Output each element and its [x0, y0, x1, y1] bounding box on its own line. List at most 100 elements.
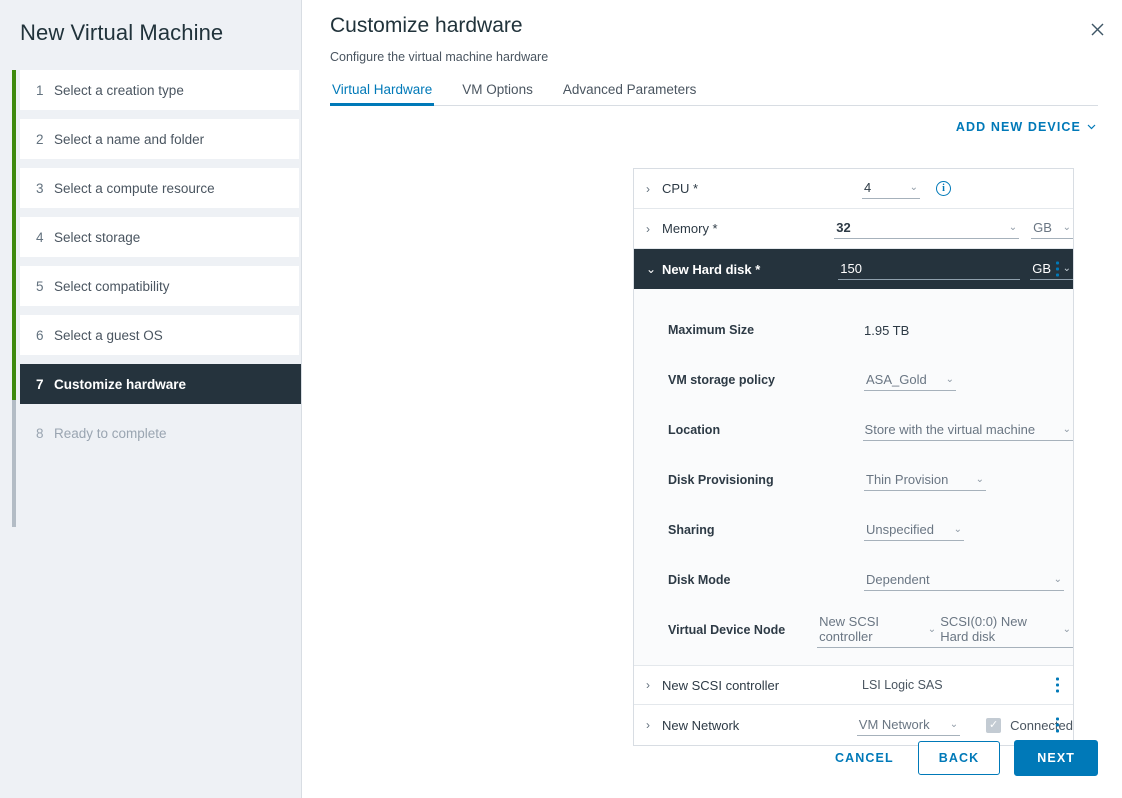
device-label-memory: Memory * [662, 221, 718, 236]
collapse-caret-icon[interactable]: ⌄ [646, 262, 662, 276]
sidebar-step-select-a-name-and-folder[interactable]: 2 Select a name and folder [20, 119, 299, 159]
detail-label-location: Location [668, 423, 721, 437]
tab-vm-options[interactable]: VM Options [460, 80, 535, 105]
wizard-steps-list: 1 Select a creation type 2 Select a name… [0, 70, 301, 527]
memory-size-input[interactable]: 32 ⌄ [834, 218, 1020, 239]
chevron-down-icon: ⌄ [1053, 573, 1062, 585]
device-row-memory[interactable]: › Memory * 32 ⌄ GB ⌄ [634, 209, 1073, 249]
sidebar-step-select-compatibility[interactable]: 5 Select compatibility [20, 266, 299, 306]
close-icon[interactable] [1084, 16, 1110, 42]
hard-disk-size-value: 150 [840, 260, 862, 276]
virtual-device-controller-select[interactable]: New SCSI controller ⌄ [817, 612, 939, 648]
step-label: Select a creation type [54, 82, 184, 98]
device-row-new-hard-disk[interactable]: ⌄ New Hard disk * 150 GB ⌄ [634, 249, 1073, 289]
wizard-footer: CANCEL BACK NEXT [825, 740, 1098, 776]
device-label-cpu: CPU * [662, 181, 699, 196]
chevron-down-icon: ⌄ [1062, 222, 1071, 233]
device-row-new-network[interactable]: › New Network VM Network ⌄ ✓ Connected [634, 705, 1073, 745]
kebab-menu-icon[interactable] [1056, 261, 1059, 277]
next-button[interactable]: NEXT [1014, 740, 1098, 776]
detail-row-disk-provisioning: Disk Provisioning Thin Provision ⌄ [634, 455, 1073, 505]
network-value: VM Network [858, 716, 930, 732]
step-number: 1 [36, 82, 44, 98]
device-label-new-network: New Network [662, 717, 740, 733]
network-connected-checkbox[interactable]: ✓ Connected [986, 717, 1073, 733]
device-label-new-scsi-controller: New SCSI controller [662, 677, 780, 693]
step-number: 7 [36, 376, 44, 392]
sidebar-step-select-a-guest-os[interactable]: 6 Select a guest OS [20, 315, 299, 355]
chevron-down-icon: ⌄ [975, 473, 984, 485]
virtual-device-node-value: SCSI(0:0) New Hard disk [940, 614, 1027, 644]
expand-caret-icon[interactable]: › [646, 222, 662, 236]
virtual-device-controller-value: New SCSI controller [819, 614, 880, 644]
sharing-value: Unspecified [866, 521, 934, 537]
step-number: 6 [36, 327, 44, 343]
page-subtitle: Configure the virtual machine hardware [330, 50, 549, 64]
virtual-device-node-select[interactable]: SCSI(0:0) New Hard disk ⌄ [938, 612, 1073, 648]
location-value: Store with the virtual machine [864, 421, 1036, 437]
sidebar-step-select-a-compute-resource[interactable]: 3 Select a compute resource [20, 168, 299, 208]
add-new-device-button[interactable]: ADD NEW DEVICE [956, 120, 1096, 134]
new-virtual-machine-wizard: New Virtual Machine 1 Select a creation … [0, 0, 1122, 798]
disk-mode-select[interactable]: Dependent ⌄ [864, 570, 1064, 591]
sidebar-step-ready-to-complete: 8 Ready to complete [20, 413, 299, 453]
detail-label-sharing: Sharing [668, 523, 715, 537]
chevron-down-icon: ⌄ [945, 373, 954, 385]
expand-caret-icon[interactable]: › [646, 182, 662, 196]
sharing-select[interactable]: Unspecified ⌄ [864, 520, 964, 541]
chevron-down-icon: ⌄ [949, 718, 959, 730]
kebab-menu-icon[interactable] [1056, 717, 1059, 733]
chevron-down-icon: ⌄ [927, 623, 937, 635]
disk-provisioning-value: Thin Provision [866, 471, 949, 487]
cancel-button[interactable]: CANCEL [825, 743, 904, 773]
hard-disk-detail-panel: Maximum Size 1.95 TB VM storage policy A… [634, 289, 1073, 665]
step-label: Ready to complete [54, 425, 167, 441]
detail-value-maximum-size: 1.95 TB [864, 322, 910, 338]
device-row-cpu[interactable]: › CPU * 4 ⌄ i [634, 169, 1073, 209]
hard-disk-size-input[interactable]: 150 [838, 259, 1021, 280]
detail-row-location: Location Store with the virtual machine … [634, 405, 1073, 455]
detail-label-maximum-size: Maximum Size [668, 323, 755, 337]
detail-row-disk-mode: Disk Mode Dependent ⌄ [634, 555, 1073, 605]
cpu-count-select[interactable]: 4 ⌄ [862, 178, 920, 199]
wizard-title: New Virtual Machine [20, 20, 224, 45]
info-icon[interactable]: i [936, 181, 951, 196]
hard-disk-unit-select[interactable]: GB ⌄ [1030, 259, 1073, 280]
tab-virtual-hardware[interactable]: Virtual Hardware [330, 80, 435, 106]
sidebar-step-select-storage[interactable]: 4 Select storage [20, 217, 299, 257]
vm-storage-policy-select[interactable]: ASA_Gold ⌄ [864, 370, 956, 391]
detail-row-sharing: Sharing Unspecified ⌄ [634, 505, 1073, 555]
sidebar-step-customize-hardware[interactable]: 7 Customize hardware [20, 364, 301, 404]
step-number: 4 [36, 229, 44, 245]
tab-bar: Virtual Hardware VM Options Advanced Par… [330, 80, 1098, 106]
progress-rail-remaining [12, 400, 16, 527]
main-panel: Customize hardware Configure the virtual… [302, 0, 1122, 798]
step-label: Select a guest OS [54, 327, 163, 343]
step-label: Select storage [54, 229, 141, 245]
sidebar-step-select-a-creation-type[interactable]: 1 Select a creation type [20, 70, 299, 110]
chevron-down-icon: ⌄ [1062, 262, 1071, 274]
disk-provisioning-select[interactable]: Thin Provision ⌄ [864, 470, 986, 491]
wizard-sidebar: New Virtual Machine 1 Select a creation … [0, 0, 302, 798]
expand-caret-icon[interactable]: › [646, 678, 662, 692]
detail-row-vm-storage-policy: VM storage policy ASA_Gold ⌄ [634, 355, 1073, 405]
step-number: 2 [36, 131, 44, 147]
chevron-down-icon: ⌄ [909, 182, 918, 193]
vm-storage-policy-value: ASA_Gold [866, 371, 927, 387]
kebab-menu-icon[interactable] [1056, 677, 1059, 693]
expand-caret-icon[interactable]: › [646, 718, 662, 732]
back-button[interactable]: BACK [917, 741, 1001, 775]
tab-advanced-parameters[interactable]: Advanced Parameters [561, 80, 699, 105]
page-title: Customize hardware [330, 14, 523, 37]
location-select[interactable]: Store with the virtual machine ⌄ [862, 420, 1073, 441]
network-connected-label: Connected [1010, 717, 1073, 733]
network-select[interactable]: VM Network ⌄ [856, 715, 961, 736]
detail-label-disk-provisioning: Disk Provisioning [668, 473, 774, 487]
step-label: Select a compute resource [54, 180, 215, 196]
scsi-controller-value: LSI Logic SAS [862, 678, 943, 692]
memory-unit-select[interactable]: GB ⌄ [1031, 218, 1073, 239]
add-new-device-label: ADD NEW DEVICE [955, 120, 1081, 134]
memory-unit-value: GB [1033, 220, 1052, 235]
device-row-new-scsi-controller[interactable]: › New SCSI controller LSI Logic SAS [634, 665, 1073, 705]
disk-mode-value: Dependent [866, 571, 930, 587]
